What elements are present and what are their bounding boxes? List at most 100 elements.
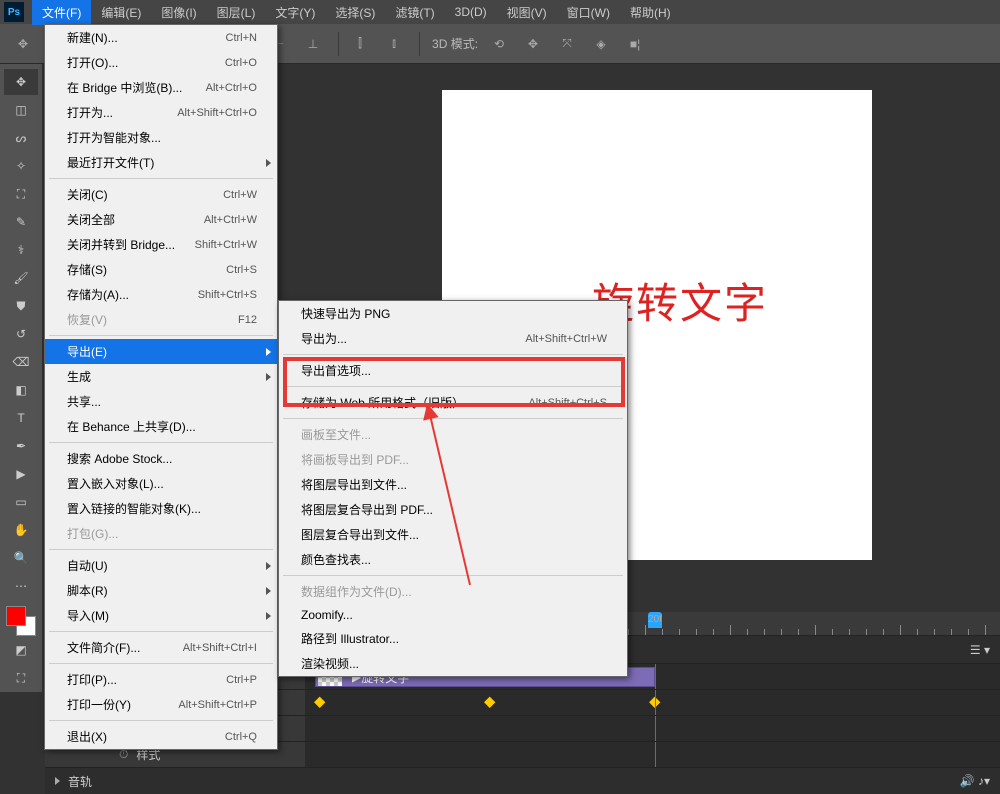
menu-item[interactable]: 导出(E) <box>45 339 277 364</box>
menu-item[interactable]: 生成 <box>45 364 277 389</box>
menu-item-label: 搜索 Adobe Stock... <box>67 450 257 467</box>
menu-item[interactable]: 退出(X)Ctrl+Q <box>45 724 277 749</box>
menu-item[interactable]: 将图层复合导出到 PDF... <box>279 497 627 522</box>
menu-item[interactable]: 存储为 Web 所用格式（旧版）...Alt+Shift+Ctrl+S <box>279 390 627 415</box>
keyframe[interactable] <box>314 697 325 708</box>
menu-item: 数据组作为文件(D)... <box>279 579 627 604</box>
menu-item[interactable]: 打印(P)...Ctrl+P <box>45 667 277 692</box>
menu-item-shortcut: Alt+Ctrl+W <box>204 214 257 226</box>
screen-mode-tool[interactable]: ⛶ <box>4 665 38 691</box>
submenu-arrow-icon <box>266 587 271 595</box>
menu-item-label: 关闭并转到 Bridge... <box>67 236 195 253</box>
3d-walk-icon[interactable]: ◈ <box>586 29 616 59</box>
menu-item[interactable]: 打开为...Alt+Shift+Ctrl+O <box>45 100 277 125</box>
zoom-tool[interactable]: 🔍 <box>4 545 38 571</box>
menu-layer[interactable]: 图层(L) <box>207 0 266 25</box>
menu-item[interactable]: 导入(M) <box>45 603 277 628</box>
menu-item[interactable]: 在 Behance 上共享(D)... <box>45 414 277 439</box>
gradient-tool[interactable]: ◧ <box>4 377 38 403</box>
menu-item-label: 脚本(R) <box>67 582 257 599</box>
keyframe-track[interactable] <box>305 690 1000 715</box>
hand-tool[interactable]: ✋ <box>4 517 38 543</box>
menu-item[interactable]: 将图层导出到文件... <box>279 472 627 497</box>
submenu-arrow-icon <box>266 562 271 570</box>
menu-item[interactable]: 关闭全部Alt+Ctrl+W <box>45 207 277 232</box>
align-bottom-icon[interactable]: ⊥ <box>298 29 328 59</box>
3d-orbit-icon[interactable]: ⟲ <box>484 29 514 59</box>
color-swatches[interactable] <box>6 606 36 636</box>
menu-item[interactable]: 存储(S)Ctrl+S <box>45 257 277 282</box>
menu-view[interactable]: 视图(V) <box>497 0 557 25</box>
menu-item-shortcut: Alt+Shift+Ctrl+I <box>183 642 257 654</box>
brush-tool[interactable]: 🖌 <box>4 265 38 291</box>
menu-item[interactable]: 存储为(A)...Shift+Ctrl+S <box>45 282 277 307</box>
crop-tool[interactable]: ⛶ <box>4 181 38 207</box>
audio-track[interactable]: 音轨 🔊 ♪▾ <box>45 768 1000 794</box>
menu-item[interactable]: 快速导出为 PNG <box>279 301 627 326</box>
layer-options-icon[interactable]: ☰ ▾ <box>970 643 990 657</box>
menu-item[interactable]: 共享... <box>45 389 277 414</box>
foreground-color[interactable] <box>6 606 26 626</box>
distribute-h-icon[interactable]: ⫿ <box>345 29 375 59</box>
menu-item[interactable]: 导出首选项... <box>279 358 627 383</box>
menu-edit[interactable]: 编辑(E) <box>91 0 151 25</box>
3d-camera-icon[interactable]: ■¦ <box>620 29 650 59</box>
stamp-tool[interactable]: ⛊ <box>4 293 38 319</box>
menu-item[interactable]: 关闭并转到 Bridge...Shift+Ctrl+W <box>45 232 277 257</box>
menu-item[interactable]: 脚本(R) <box>45 578 277 603</box>
eraser-tool[interactable]: ⌫ <box>4 349 38 375</box>
move-tool[interactable]: ✥ <box>4 69 38 95</box>
menu-image[interactable]: 图像(I) <box>151 0 206 25</box>
history-brush-tool[interactable]: ↺ <box>4 321 38 347</box>
menu-item[interactable]: 文件简介(F)...Alt+Shift+Ctrl+I <box>45 635 277 660</box>
path-select-tool[interactable]: ▶ <box>4 461 38 487</box>
menu-filter[interactable]: 滤镜(T) <box>385 0 444 25</box>
menu-item[interactable]: 图层复合导出到文件... <box>279 522 627 547</box>
keyframe[interactable] <box>484 697 495 708</box>
marquee-tool[interactable]: ◫ <box>4 97 38 123</box>
menu-item[interactable]: 颜色查找表... <box>279 547 627 572</box>
menu-item[interactable]: 在 Bridge 中浏览(B)...Alt+Ctrl+O <box>45 75 277 100</box>
menu-item[interactable]: 最近打开文件(T) <box>45 150 277 175</box>
export-submenu: 快速导出为 PNG导出为...Alt+Shift+Ctrl+W 导出首选项... 存… <box>278 300 628 677</box>
lasso-tool[interactable]: ᔕ <box>4 125 38 151</box>
shape-tool[interactable]: ▭ <box>4 489 38 515</box>
type-tool[interactable]: T <box>4 405 38 431</box>
menu-item-label: 将图层复合导出到 PDF... <box>301 501 607 518</box>
healing-tool[interactable]: ⚕ <box>4 237 38 263</box>
eyedropper-tool[interactable]: ✎ <box>4 209 38 235</box>
edit-toolbar[interactable]: ⋯ <box>4 573 38 599</box>
menu-3d[interactable]: 3D(D) <box>445 1 497 23</box>
menu-item-shortcut: Alt+Shift+Ctrl+W <box>525 333 607 345</box>
menu-item[interactable]: 新建(N)...Ctrl+N <box>45 25 277 50</box>
3d-dolly-icon[interactable]: ⤧ <box>552 29 582 59</box>
menu-item[interactable]: 置入嵌入对象(L)... <box>45 471 277 496</box>
menu-file[interactable]: 文件(F) <box>32 0 91 25</box>
menu-item-shortcut: Shift+Ctrl+W <box>195 239 257 251</box>
menu-item-label: 新建(N)... <box>67 29 226 46</box>
menu-select[interactable]: 选择(S) <box>325 0 385 25</box>
quick-mask-tool[interactable]: ◩ <box>4 637 38 663</box>
menu-item[interactable]: 关闭(C)Ctrl+W <box>45 182 277 207</box>
menu-item[interactable]: 搜索 Adobe Stock... <box>45 446 277 471</box>
menu-item[interactable]: 路径到 Illustrator... <box>279 626 627 651</box>
move-tool-icon[interactable]: ✥ <box>8 29 38 59</box>
speaker-icon[interactable]: 🔊 ♪▾ <box>960 774 990 788</box>
3d-pan-icon[interactable]: ✥ <box>518 29 548 59</box>
menu-window[interactable]: 窗口(W) <box>557 0 620 25</box>
menu-type[interactable]: 文字(Y) <box>265 0 325 25</box>
menu-item[interactable]: 打开为智能对象... <box>45 125 277 150</box>
menu-item[interactable]: 自动(U) <box>45 553 277 578</box>
menu-item[interactable]: 渲染视频... <box>279 651 627 676</box>
magic-wand-tool[interactable]: ✧ <box>4 153 38 179</box>
menu-item-label: 在 Behance 上共享(D)... <box>67 418 257 435</box>
chevron-right-icon[interactable] <box>55 777 60 785</box>
menu-item[interactable]: 打印一份(Y)Alt+Shift+Ctrl+P <box>45 692 277 717</box>
menu-item[interactable]: 置入链接的智能对象(K)... <box>45 496 277 521</box>
menu-item[interactable]: 导出为...Alt+Shift+Ctrl+W <box>279 326 627 351</box>
distribute-v-icon[interactable]: ⫾ <box>379 29 409 59</box>
menu-item[interactable]: 打开(O)...Ctrl+O <box>45 50 277 75</box>
menu-item[interactable]: Zoomify... <box>279 604 627 626</box>
pen-tool[interactable]: ✒ <box>4 433 38 459</box>
menu-help[interactable]: 帮助(H) <box>620 0 681 25</box>
